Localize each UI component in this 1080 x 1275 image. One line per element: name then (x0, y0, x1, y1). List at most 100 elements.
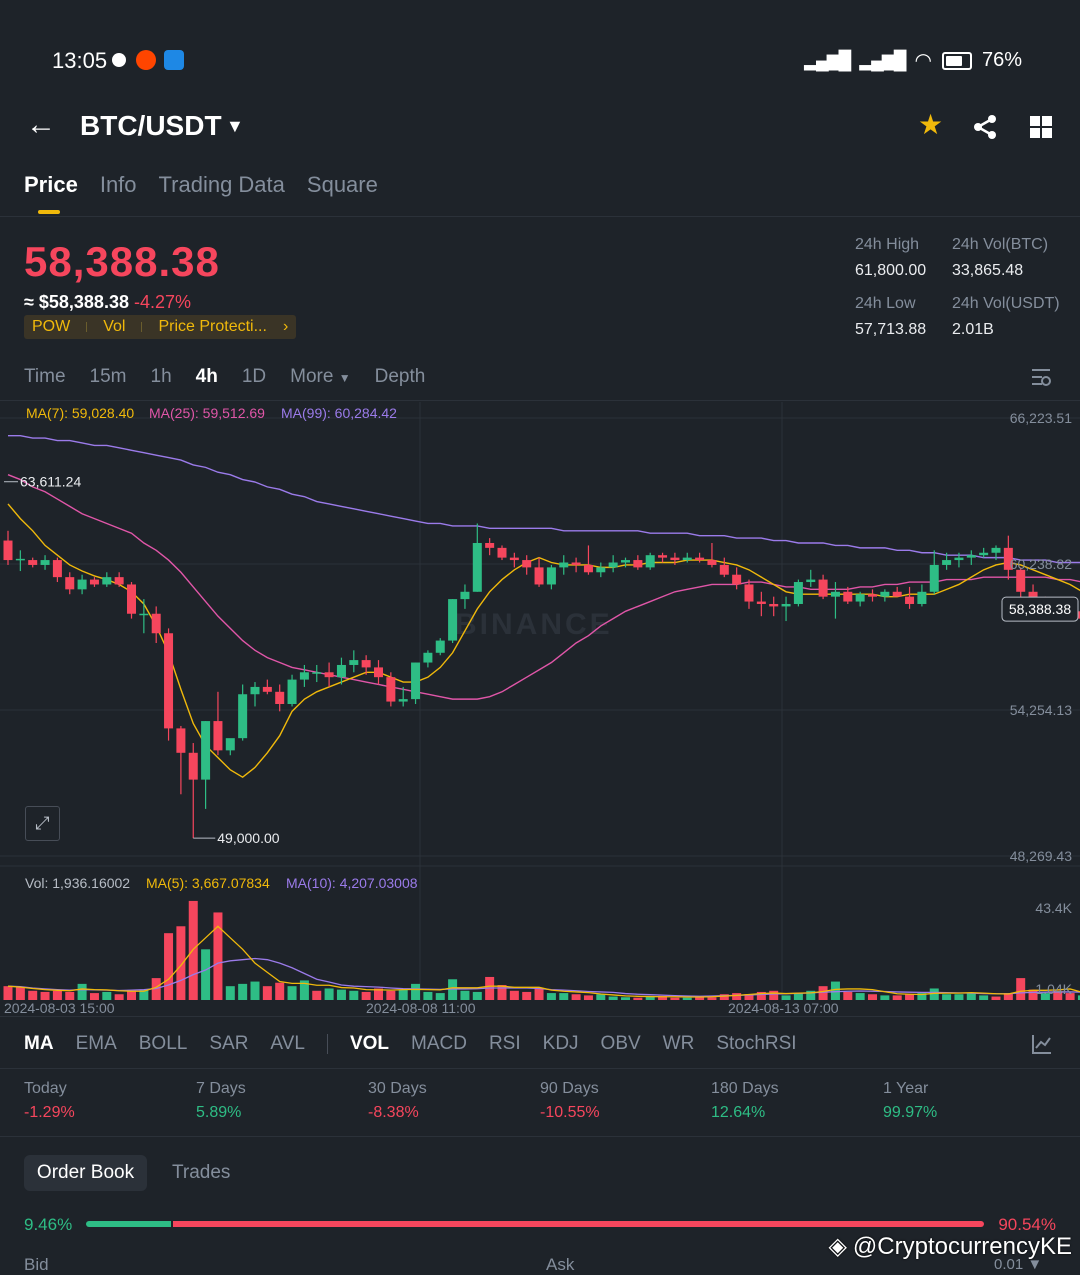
chevron-right-icon[interactable]: › (283, 318, 288, 336)
candle (880, 589, 889, 601)
favorite-star-icon[interactable]: ★ (918, 108, 943, 141)
ind-ema[interactable]: EMA (76, 1033, 117, 1055)
interval-depth[interactable]: Depth (375, 366, 426, 388)
volume-tick-label: 1.04K (1035, 981, 1072, 997)
ind-ma[interactable]: MA (24, 1033, 54, 1055)
volume-bar (633, 998, 642, 1000)
candle-body (238, 694, 247, 738)
candle (584, 545, 593, 574)
ind-wr[interactable]: WR (663, 1033, 695, 1055)
volume-bar (954, 994, 963, 1000)
back-arrow-icon[interactable]: ← (26, 108, 56, 142)
usd-price: ≈ $58,388.38 (24, 292, 129, 312)
caret-down-icon: ▼ (339, 371, 351, 385)
interval-time[interactable]: Time (24, 366, 66, 388)
interval-1d[interactable]: 1D (242, 366, 266, 388)
ind-kdj[interactable]: KDJ (543, 1033, 579, 1055)
candle-body (707, 560, 716, 565)
candle-body (139, 614, 148, 616)
volume-bar (559, 993, 568, 1000)
volume-bar (386, 991, 395, 1000)
ind-macd[interactable]: MACD (411, 1033, 467, 1055)
interval-4h[interactable]: 4h (196, 366, 218, 388)
ind-obv[interactable]: OBV (601, 1033, 641, 1055)
tab-trading-data[interactable]: Trading Data (159, 172, 285, 198)
indicator-tabs: MA EMA BOLL SAR AVL VOL MACD RSI KDJ OBV… (24, 1033, 797, 1055)
indicator-chart-icon[interactable] (1031, 1033, 1053, 1055)
candle (646, 553, 655, 570)
volume-bar (189, 901, 198, 1000)
candle (423, 650, 432, 667)
vol-ma5-legend: MA(5): 3,667.07834 (146, 875, 270, 891)
tab-square[interactable]: Square (307, 172, 378, 198)
tag-price-protection[interactable]: Price Protecti... (158, 318, 266, 336)
grid-menu-icon[interactable] (1030, 116, 1052, 138)
candlestick-chart[interactable]: BINANCE 66,223.5160,238.8254,254.1348,26… (0, 402, 1080, 1016)
wifi-icon: ◠ (915, 48, 932, 73)
indicator-separator (327, 1034, 328, 1054)
pair-title[interactable]: BTC/USDT (80, 110, 222, 142)
tag-row[interactable]: POW Vol Price Protecti... › (24, 315, 296, 339)
price-tick-label: 54,254.13 (1010, 702, 1072, 718)
candle-body (65, 577, 74, 589)
volume-bar (53, 991, 62, 1000)
ind-boll[interactable]: BOLL (139, 1033, 188, 1055)
tab-info[interactable]: Info (100, 172, 137, 198)
perf-30d: 30 Days -8.38% (368, 1080, 427, 1122)
expand-icon[interactable]: ⤢ (25, 806, 60, 841)
volume-bar (893, 995, 902, 1000)
caret-down-icon[interactable]: ▼ (226, 116, 244, 137)
candle (757, 592, 766, 616)
volume-bar (288, 986, 297, 1000)
candle-body (41, 560, 50, 565)
candle (806, 570, 815, 587)
chart-settings-icon[interactable] (1030, 366, 1052, 388)
interval-more[interactable]: More ▼ (290, 366, 350, 388)
ind-avl[interactable]: AVL (270, 1033, 305, 1055)
candle-body (1016, 570, 1025, 592)
perf-label: 7 Days (196, 1080, 246, 1098)
candle (176, 726, 185, 794)
volume-bar (115, 994, 124, 1000)
divider (0, 400, 1080, 401)
price-change: -4.27% (134, 292, 191, 312)
tag-pow[interactable]: POW (32, 318, 70, 336)
candle-body (423, 653, 432, 663)
price-axis: 66,223.5160,238.8254,254.1348,269.43 (1010, 410, 1072, 864)
chart-grid (0, 402, 1080, 1002)
tab-trades[interactable]: Trades (172, 1155, 230, 1191)
candle-body (399, 699, 408, 701)
stat-24h-vol-btc: 24h Vol(BTC) 33,865.48 (952, 236, 1048, 280)
perf-90d: 90 Days -10.55% (540, 1080, 600, 1122)
perf-1y: 1 Year 99.97% (883, 1080, 937, 1122)
candle-body (769, 604, 778, 606)
header: ← BTC/USDT ▼ ★ (0, 108, 1080, 148)
volume-bar (769, 991, 778, 1000)
candle (448, 599, 457, 643)
interval-15m[interactable]: 15m (90, 366, 127, 388)
ind-sar[interactable]: SAR (209, 1033, 248, 1055)
volume-bar (732, 993, 741, 1000)
candle (288, 675, 297, 707)
ind-vol[interactable]: VOL (350, 1033, 389, 1055)
candle-body (757, 602, 766, 604)
candle-body (411, 663, 420, 700)
perf-label: 30 Days (368, 1080, 427, 1098)
candle-body (288, 680, 297, 704)
candle-body (992, 548, 1001, 553)
candle (16, 550, 25, 571)
volume-bar (670, 998, 679, 1000)
candle (226, 738, 235, 755)
candle-body (152, 614, 161, 634)
interval-1h[interactable]: 1h (151, 366, 172, 388)
ind-stochrsi[interactable]: StochRSI (716, 1033, 796, 1055)
candle-body (226, 738, 235, 750)
share-icon[interactable] (972, 114, 998, 140)
tab-order-book[interactable]: Order Book (24, 1155, 147, 1191)
tab-price[interactable]: Price (24, 172, 78, 198)
candle-body (362, 660, 371, 667)
ind-rsi[interactable]: RSI (489, 1033, 521, 1055)
candle-body (856, 594, 865, 601)
tag-vol[interactable]: Vol (103, 318, 125, 336)
interval-more-label: More (290, 366, 333, 387)
